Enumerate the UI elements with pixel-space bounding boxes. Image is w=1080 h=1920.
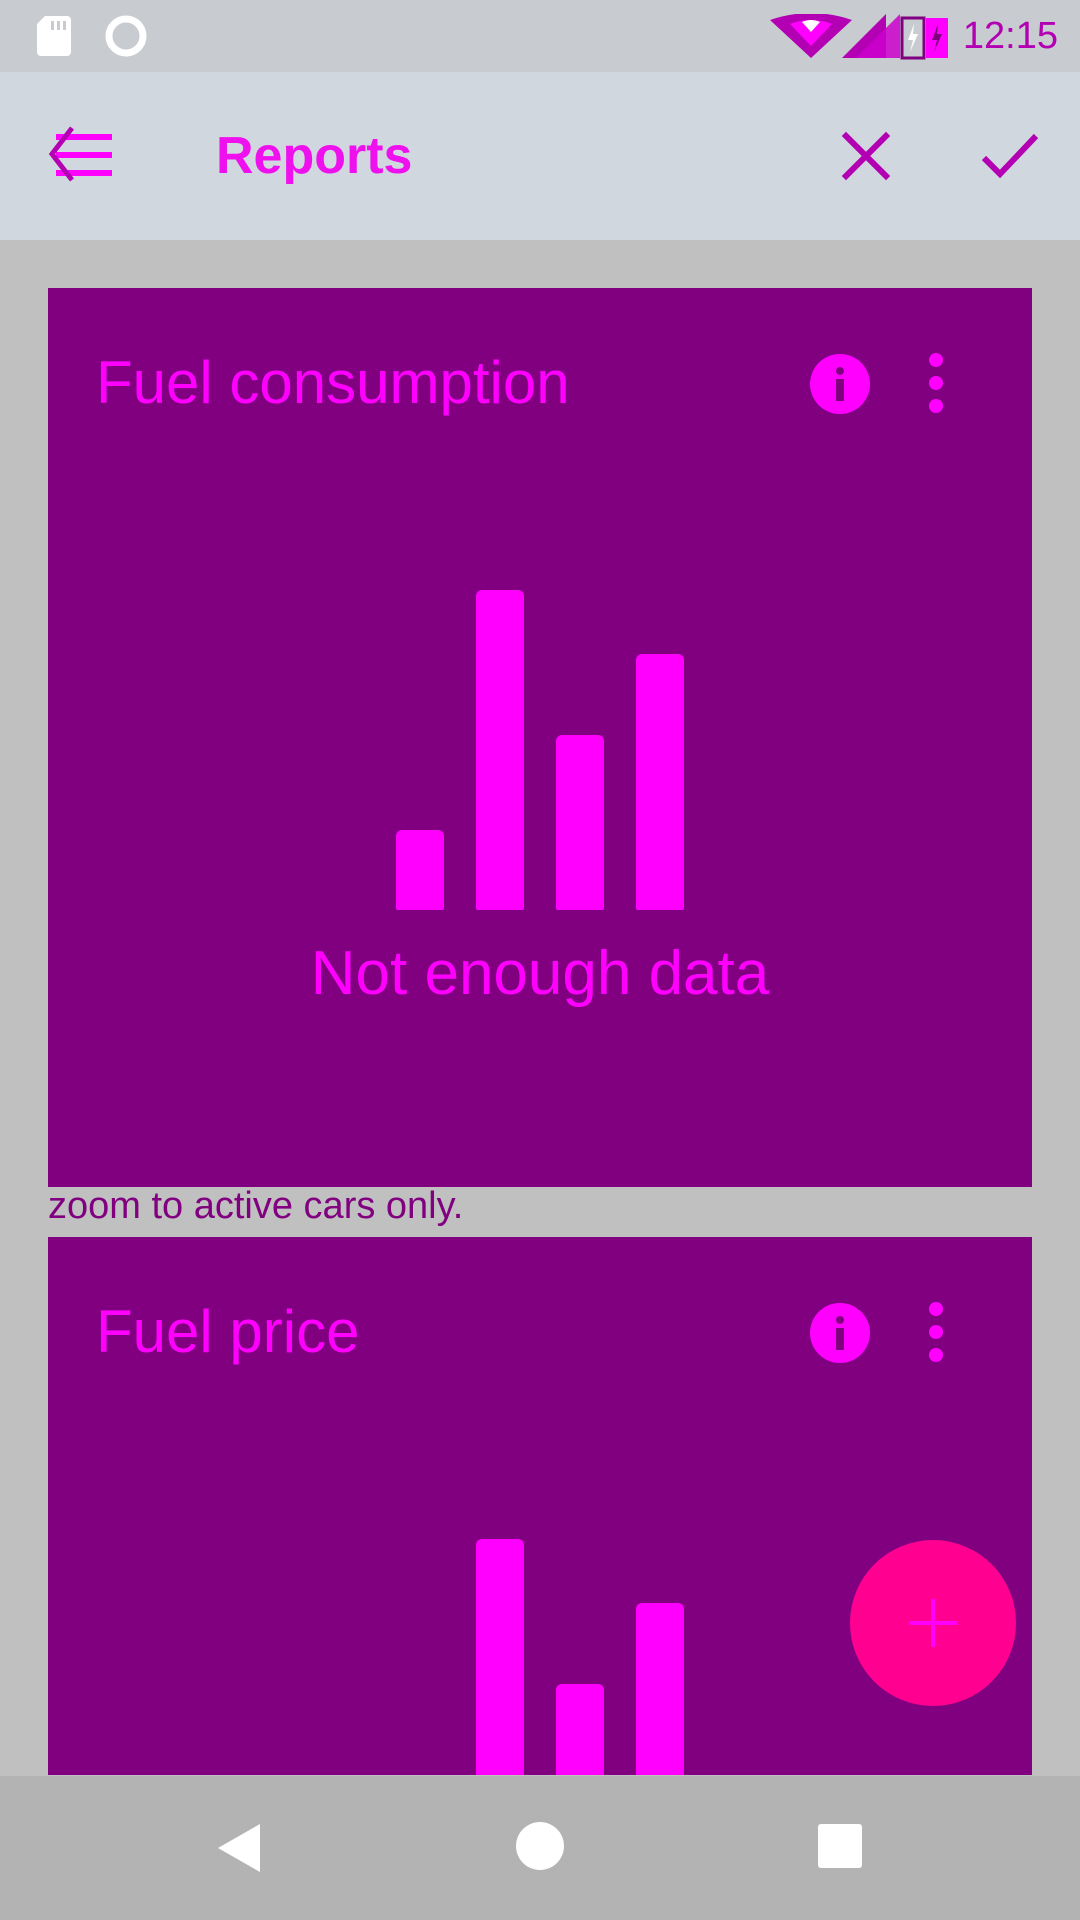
filter-menu-icon[interactable] (48, 124, 120, 188)
card-title: Fuel price (96, 1298, 360, 1365)
plus-icon (909, 1599, 957, 1647)
navigation-bar (0, 1776, 1080, 1920)
bar-chart-bar (476, 1539, 524, 1775)
add-button[interactable] (850, 1540, 1016, 1706)
bar-chart-bar (396, 830, 444, 910)
fuel-price-card[interactable]: Fuel price (48, 1237, 1032, 1775)
battery-charging-icon (900, 16, 948, 60)
bar-chart-bar (636, 654, 684, 910)
cell-signal-icon (842, 14, 900, 58)
info-icon[interactable] (810, 354, 870, 414)
app-bar: Reports (0, 72, 1080, 240)
bar-chart-icon (396, 1529, 686, 1775)
bar-chart-bar (636, 1603, 684, 1775)
hint-text: zoom to active cars only. (48, 1185, 464, 1227)
card-title: Fuel consumption (96, 349, 570, 416)
bar-chart-bar (556, 735, 604, 910)
wifi-icon (770, 14, 852, 58)
bar-chart-icon (396, 580, 686, 910)
sd-card-icon (37, 16, 71, 56)
recents-icon[interactable] (818, 1824, 862, 1868)
home-icon[interactable] (516, 1822, 564, 1870)
bar-chart-bar (556, 1684, 604, 1775)
back-icon[interactable] (214, 1822, 266, 1874)
fuel-consumption-card[interactable]: Fuel consumption Not enough data (48, 288, 1032, 1187)
more-vert-icon[interactable] (926, 352, 946, 414)
close-icon[interactable] (836, 126, 896, 186)
status-time: 12:15 (962, 15, 1058, 57)
check-icon[interactable] (978, 126, 1042, 186)
page-title: Reports (216, 127, 413, 185)
status-bar: 12:15 (0, 0, 1080, 72)
info-icon[interactable] (810, 1303, 870, 1363)
ring-icon (105, 15, 147, 57)
bar-chart-bar (476, 590, 524, 910)
more-vert-icon[interactable] (926, 1301, 946, 1363)
empty-state-text: Not enough data (310, 939, 770, 1008)
